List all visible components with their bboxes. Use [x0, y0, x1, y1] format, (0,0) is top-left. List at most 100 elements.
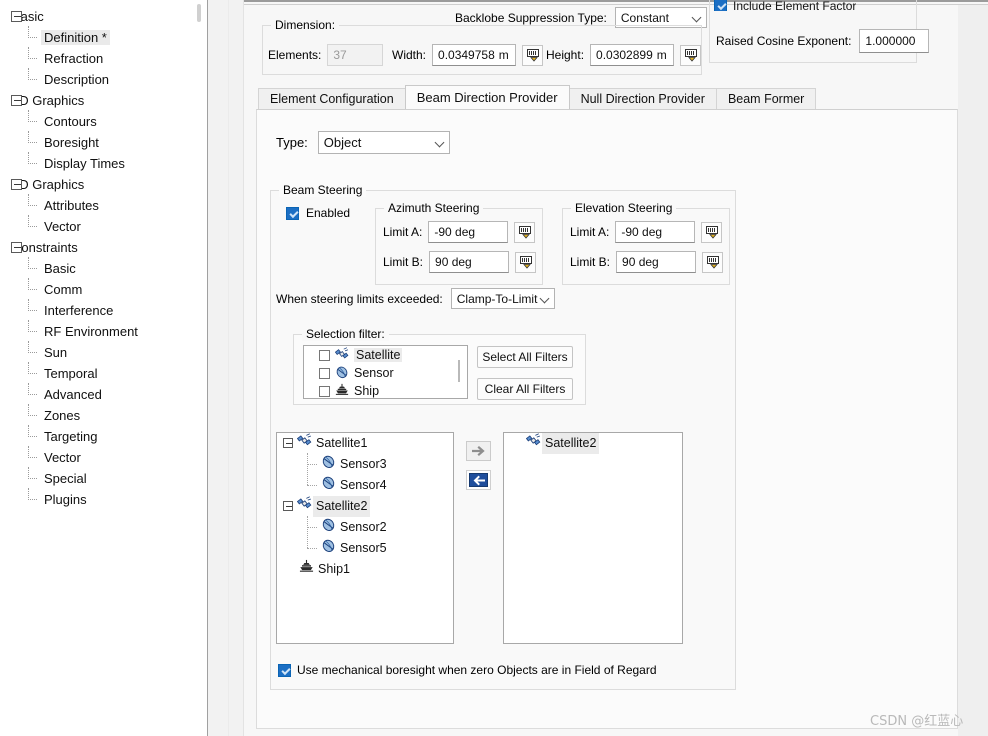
include-element-factor-row[interactable]: Include Element Factor — [714, 0, 856, 11]
unit-selector-icon — [526, 49, 539, 62]
sidebar-item-special[interactable]: Special — [4, 467, 195, 489]
filter-checkbox[interactable] — [319, 367, 330, 379]
elevation-limit-a-input[interactable]: -90 deg — [615, 221, 696, 243]
sidebar-item-label: Definition * — [41, 30, 110, 45]
azimuth-limit-a-input[interactable]: -90 deg — [428, 221, 509, 243]
type-select[interactable]: Object — [317, 131, 450, 154]
sidebar-item-plugins[interactable]: Plugins — [4, 488, 195, 510]
sidebar-item-advanced[interactable]: Advanced — [4, 383, 195, 405]
tree-expander-icon[interactable] — [283, 438, 293, 448]
width-value: 0.0349758 — [438, 48, 495, 62]
steering-limits-exceeded-label: When steering limits exceeded: — [276, 291, 443, 306]
azimuth-limit-a-label: Limit A: — [383, 225, 423, 239]
tree-scroll-thumb[interactable] — [197, 4, 201, 22]
filter-checkbox[interactable] — [319, 349, 330, 361]
sidebar-item-interference[interactable]: Interference — [4, 299, 195, 321]
filter-item[interactable]: Sensor — [304, 364, 467, 382]
sidebar-item-refraction[interactable]: Refraction — [4, 47, 195, 69]
selection-filter-list[interactable]: Satellite Sensor Ship — [303, 345, 468, 399]
sidebar-item-zones[interactable]: Zones — [4, 404, 195, 426]
sidebar-item-constraints[interactable]: Constraints — [4, 237, 195, 258]
sidebar-item-sun[interactable]: Sun — [4, 341, 195, 363]
filter-checkbox[interactable] — [319, 385, 330, 397]
steering-limits-exceeded-select[interactable]: Clamp-To-Limit — [450, 288, 555, 309]
tab-element-configuration[interactable]: Element Configuration — [258, 88, 406, 109]
use-mechanical-boresight-label: Use mechanical boresight when zero Objec… — [297, 663, 657, 677]
sidebar-item-label: Temporal — [44, 366, 98, 381]
sidebar-item-vector[interactable]: Vector — [4, 446, 195, 468]
remove-object-button[interactable] — [466, 470, 491, 490]
object-tree-item[interactable]: Satellite2 — [504, 433, 682, 454]
sidebar-item-contours[interactable]: Contours — [4, 110, 195, 132]
available-objects-tree[interactable]: Satellite1 Sensor3 Sensor4 Satellite2 Sensor… — [276, 432, 454, 644]
object-tree-item[interactable]: Sensor4 — [277, 474, 453, 497]
sidebar-item-definition[interactable]: Definition * — [4, 26, 195, 48]
beam-steering-enabled-row[interactable]: Enabled — [286, 206, 350, 220]
azimuth-limit-a-unit-button[interactable] — [514, 221, 536, 243]
sidebar-item-comm[interactable]: Comm — [4, 278, 195, 300]
sidebar-item-basic[interactable]: Basic — [4, 257, 195, 279]
tree-expander-icon[interactable] — [11, 242, 22, 253]
azimuth-limit-b-unit-button[interactable] — [515, 251, 537, 273]
height-input[interactable]: 0.0302899 m — [590, 44, 675, 66]
selection-filter-scrollbar[interactable] — [454, 346, 466, 398]
sidebar-item-basic[interactable]: Basic — [4, 6, 195, 27]
width-input[interactable]: 0.0349758 m — [432, 44, 517, 66]
sidebar-item-3d-graphics[interactable]: 3D Graphics — [4, 174, 195, 195]
tab-strip[interactable]: Element Configuration Beam Direction Prov… — [258, 85, 817, 109]
sidebar-item-display-times[interactable]: Display Times — [4, 152, 195, 174]
sidebar-item-description[interactable]: Description — [4, 68, 195, 90]
object-tree-item[interactable]: Sensor3 — [277, 453, 453, 475]
tab-label: Null Direction Provider — [580, 92, 705, 106]
tree-expander-icon[interactable] — [283, 501, 293, 511]
tree-expander-icon[interactable] — [11, 179, 22, 190]
selection-filter-scroll-thumb[interactable] — [458, 360, 460, 382]
beam-steering-enabled-checkbox[interactable] — [286, 206, 299, 220]
select-all-filters-button[interactable]: Select All Filters — [477, 346, 573, 368]
navigation-tree-panel[interactable]: Basic Definition * Refraction Description 2D… — [0, 0, 208, 736]
tree-vertical-scrollbar[interactable] — [195, 0, 206, 736]
height-unit-button[interactable] — [680, 44, 702, 66]
selected-objects-list[interactable]: Satellite2 — [503, 432, 683, 644]
object-tree-item[interactable]: Ship1 — [277, 559, 453, 580]
navigation-tree[interactable]: Basic Definition * Refraction Description 2D… — [4, 6, 195, 734]
object-tree-item[interactable]: Sensor5 — [277, 537, 453, 559]
elevation-limit-a-unit-button[interactable] — [701, 221, 723, 243]
width-unit-button[interactable] — [522, 44, 544, 66]
panel-splitter[interactable] — [208, 0, 244, 736]
tab-beam-former[interactable]: Beam Former — [715, 88, 817, 109]
ship-icon — [335, 383, 349, 399]
sidebar-item-vector[interactable]: Vector — [4, 215, 195, 237]
unit-selector-icon — [518, 226, 531, 239]
object-tree-row: Sensor2 — [277, 517, 453, 538]
clear-all-filters-button[interactable]: Clear All Filters — [477, 378, 573, 400]
filter-item[interactable]: Ship — [304, 382, 467, 399]
sidebar-item-targeting[interactable]: Targeting — [4, 425, 195, 447]
object-tree-item[interactable]: Sensor2 — [277, 516, 453, 538]
sensor-icon — [321, 475, 336, 497]
elevation-limit-b-input[interactable]: 90 deg — [616, 251, 697, 273]
steering-limits-exceeded-row: When steering limits exceeded: Clamp-To-… — [276, 288, 555, 309]
sidebar-item-temporal[interactable]: Temporal — [4, 362, 195, 384]
filter-item[interactable]: Satellite — [304, 346, 467, 364]
tab-label: Element Configuration — [270, 92, 394, 106]
raised-cosine-input[interactable]: 1.000000 — [859, 29, 930, 53]
use-mechanical-boresight-row[interactable]: Use mechanical boresight when zero Objec… — [278, 663, 657, 677]
object-tree-item[interactable]: Satellite2 — [277, 495, 453, 517]
add-object-button[interactable] — [466, 441, 491, 461]
tab-beam-direction-provider[interactable]: Beam Direction Provider — [404, 85, 570, 109]
include-element-factor-checkbox[interactable] — [714, 0, 727, 11]
object-tree-row: Satellite2 — [277, 495, 453, 517]
azimuth-limit-b-input[interactable]: 90 deg — [429, 251, 510, 273]
sidebar-item-2d-graphics[interactable]: 2D Graphics — [4, 90, 195, 111]
sidebar-item-rf-environment[interactable]: RF Environment — [4, 320, 195, 342]
use-mechanical-boresight-checkbox[interactable] — [278, 663, 291, 677]
tab-null-direction-provider[interactable]: Null Direction Provider — [568, 88, 717, 109]
tree-expander-icon[interactable] — [11, 11, 22, 22]
azimuth-limit-b-label: Limit B: — [383, 255, 424, 269]
elevation-limit-b-unit-button[interactable] — [702, 251, 724, 273]
tree-expander-icon[interactable] — [11, 95, 22, 106]
sidebar-item-attributes[interactable]: Attributes — [4, 194, 195, 216]
object-tree-item[interactable]: Satellite1 — [277, 433, 453, 454]
sidebar-item-boresight[interactable]: Boresight — [4, 131, 195, 153]
